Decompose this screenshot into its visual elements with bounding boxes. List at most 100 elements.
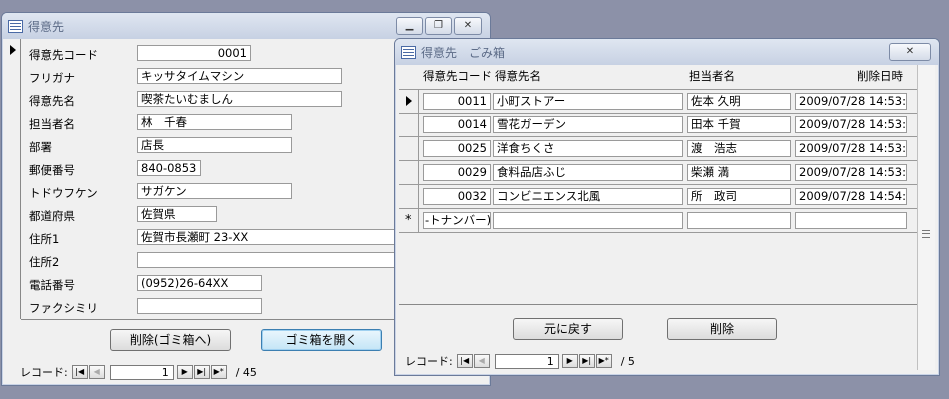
table-row[interactable]: 0029 食料品店ふじ 柴瀬 満 2009/07/28 14:53:59 bbox=[399, 161, 917, 185]
last-record-icon: ▶| bbox=[197, 367, 207, 376]
contact-cell[interactable]: 所 政司 bbox=[687, 188, 791, 205]
prefecture-kana-field[interactable]: サガケン bbox=[137, 183, 292, 199]
address2-field[interactable] bbox=[137, 252, 402, 268]
open-trash-button[interactable]: ゴミ箱を開く bbox=[261, 329, 382, 351]
prev-record-button[interactable]: ◀ bbox=[473, 354, 490, 368]
first-record-icon: |◀ bbox=[75, 367, 85, 376]
contact-cell[interactable]: 柴瀬 満 bbox=[687, 164, 791, 181]
trash-datasheet: 得意先コード 得意先名 担当者名 削除日時 0011 小町ストアー 佐本 久明 … bbox=[399, 65, 917, 305]
contact-cell[interactable] bbox=[687, 212, 791, 229]
close-icon: ✕ bbox=[905, 46, 915, 57]
first-record-button[interactable]: |◀ bbox=[456, 354, 473, 368]
next-record-button[interactable]: ▶ bbox=[176, 365, 193, 379]
title-bar[interactable]: 得意先 ごみ箱 ✕ bbox=[395, 39, 939, 65]
field-label: 郵便番号 bbox=[29, 163, 75, 177]
customer-code-field[interactable]: 0001 bbox=[137, 45, 251, 61]
deleted-at-cell[interactable] bbox=[795, 212, 907, 229]
field-label: フリガナ bbox=[29, 71, 75, 85]
field-label: 得意先名 bbox=[29, 94, 75, 108]
furigana-field[interactable]: キッサタイムマシン bbox=[137, 68, 342, 84]
table-row[interactable]: 0011 小町ストアー 佐本 久明 2009/07/28 14:53:52 bbox=[399, 89, 917, 114]
name-cell[interactable]: 洋食ちくさ bbox=[493, 140, 683, 157]
close-button[interactable]: ✕ bbox=[454, 17, 482, 35]
code-cell[interactable]: 0032 bbox=[423, 188, 491, 205]
move-to-trash-button[interactable]: 削除(ゴミ箱へ) bbox=[110, 329, 231, 351]
deleted-at-cell[interactable]: 2009/07/28 14:53:59 bbox=[795, 164, 907, 181]
code-cell[interactable]: 0014 bbox=[423, 116, 491, 133]
field-label: 得意先コード bbox=[29, 48, 98, 62]
prev-record-icon: ◀ bbox=[93, 367, 100, 376]
record-number-input[interactable]: 1 bbox=[109, 364, 174, 380]
record-nav-label: レコード: bbox=[405, 355, 453, 368]
next-record-button[interactable]: ▶ bbox=[561, 354, 578, 368]
new-record-button[interactable]: ▶* bbox=[210, 365, 227, 379]
contact-cell[interactable]: 渡 浩志 bbox=[687, 140, 791, 157]
name-cell[interactable]: 雪花ガーデン bbox=[493, 116, 683, 133]
name-cell[interactable] bbox=[493, 212, 683, 229]
field-label: 都道府県 bbox=[29, 209, 75, 223]
deleted-at-cell[interactable]: 2009/07/28 14:53:52 bbox=[795, 93, 907, 110]
fax-field[interactable] bbox=[137, 298, 262, 314]
field-label: 住所2 bbox=[29, 255, 60, 269]
current-record-icon bbox=[10, 45, 16, 55]
deleted-at-cell[interactable]: 2009/07/28 14:53:58 bbox=[795, 140, 907, 157]
name-cell[interactable]: 食料品店ふじ bbox=[493, 164, 683, 181]
table-row[interactable]: 0025 洋食ちくさ 渡 浩志 2009/07/28 14:53:58 bbox=[399, 137, 917, 161]
record-total: / 45 bbox=[235, 365, 257, 379]
vertical-scrollbar[interactable] bbox=[917, 65, 935, 370]
column-header-deleted-at[interactable]: 削除日時 bbox=[857, 68, 903, 86]
record-total: / 5 bbox=[620, 354, 635, 368]
prefecture-field[interactable]: 佐賀県 bbox=[137, 206, 217, 222]
last-record-button[interactable]: ▶| bbox=[578, 354, 595, 368]
new-record-icon: * bbox=[405, 213, 412, 228]
next-record-icon: ▶ bbox=[566, 356, 573, 365]
record-number-input[interactable]: 1 bbox=[494, 353, 559, 369]
contact-cell[interactable]: 佐本 久明 bbox=[687, 93, 791, 110]
close-button[interactable]: ✕ bbox=[889, 43, 931, 61]
department-field[interactable]: 店長 bbox=[137, 137, 292, 153]
window-title: 得意先 ごみ箱 bbox=[421, 46, 506, 60]
customer-name-field[interactable]: 喫茶たいむましん bbox=[137, 91, 342, 107]
postal-code-field[interactable]: 840-0853 bbox=[137, 160, 201, 176]
phone-field[interactable]: (0952)26-64XX bbox=[137, 275, 262, 291]
trash-window: 得意先 ごみ箱 ✕ 得意先コード 得意先名 担当者名 削除日時 0011 小町ス… bbox=[394, 38, 940, 376]
row-selector[interactable] bbox=[399, 137, 419, 160]
row-selector[interactable] bbox=[399, 185, 419, 208]
row-selector[interactable] bbox=[399, 90, 419, 113]
current-record-icon bbox=[406, 96, 412, 106]
code-cell[interactable]: -トナンバー) bbox=[423, 212, 491, 229]
window-title: 得意先 bbox=[28, 20, 65, 34]
code-cell[interactable]: 0025 bbox=[423, 140, 491, 157]
row-selector[interactable] bbox=[399, 113, 419, 136]
contact-name-field[interactable]: 林 千春 bbox=[137, 114, 292, 130]
first-record-button[interactable]: |◀ bbox=[71, 365, 88, 379]
row-selector[interactable]: * bbox=[399, 209, 419, 232]
new-row[interactable]: * -トナンバー) bbox=[399, 209, 917, 233]
new-record-button[interactable]: ▶* bbox=[595, 354, 612, 368]
scroll-grip-icon bbox=[922, 230, 930, 238]
permanent-delete-button[interactable]: 削除 bbox=[667, 318, 777, 340]
minimize-button[interactable]: ▁ bbox=[396, 17, 423, 35]
restore-button[interactable]: 元に戻す bbox=[513, 318, 623, 340]
contact-cell[interactable]: 田本 千賀 bbox=[687, 116, 791, 133]
deleted-at-cell[interactable]: 2009/07/28 14:53:54 bbox=[795, 116, 907, 133]
code-cell[interactable]: 0011 bbox=[423, 93, 491, 110]
column-header-code[interactable]: 得意先コード bbox=[423, 68, 492, 86]
record-nav-label: レコード: bbox=[20, 366, 68, 379]
last-record-button[interactable]: ▶| bbox=[193, 365, 210, 379]
address1-field[interactable]: 佐賀市長瀬町 23-XX bbox=[137, 229, 402, 245]
record-selector[interactable] bbox=[6, 39, 21, 319]
name-cell[interactable]: コンビニエンス北風 bbox=[493, 188, 683, 205]
prev-record-button[interactable]: ◀ bbox=[88, 365, 105, 379]
table-row[interactable]: 0014 雪花ガーデン 田本 千賀 2009/07/28 14:53:54 bbox=[399, 113, 917, 137]
restore-button[interactable]: ❐ bbox=[425, 17, 452, 35]
row-selector[interactable] bbox=[399, 161, 419, 184]
name-cell[interactable]: 小町ストアー bbox=[493, 93, 683, 110]
code-cell[interactable]: 0029 bbox=[423, 164, 491, 181]
record-navigator: レコード: |◀ ◀ 1 ▶ ▶| ▶* / 5 bbox=[405, 352, 635, 370]
column-header-contact[interactable]: 担当者名 bbox=[689, 68, 735, 86]
table-row[interactable]: 0032 コンビニエンス北風 所 政司 2009/07/28 14:54:00 bbox=[399, 185, 917, 209]
title-bar[interactable]: 得意先 ▁ ❐ ✕ bbox=[2, 13, 490, 39]
deleted-at-cell[interactable]: 2009/07/28 14:54:00 bbox=[795, 188, 907, 205]
column-header-name[interactable]: 得意先名 bbox=[495, 68, 541, 86]
